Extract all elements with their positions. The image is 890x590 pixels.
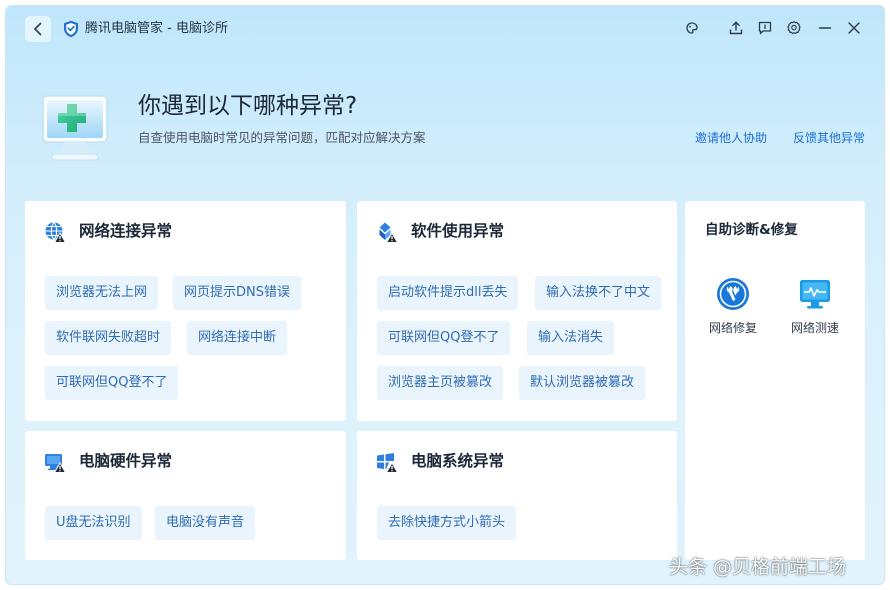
issue-chip[interactable]: 浏览器主页被篡改: [377, 366, 504, 400]
title-bar: 腾讯电脑管家 - 电脑诊所: [6, 6, 884, 50]
issue-chip[interactable]: 可联网但QQ登不了: [377, 321, 511, 355]
back-button[interactable]: [25, 16, 51, 42]
network-issues-card: 网络连接异常 浏览器无法上网 网页提示DNS错误 软件联网失败超时 网络连接中断…: [25, 201, 346, 421]
issue-chip[interactable]: 网页提示DNS错误: [173, 276, 301, 310]
settings-button[interactable]: [785, 19, 803, 37]
skin-button[interactable]: [683, 19, 701, 37]
report-other-link[interactable]: 反馈其他异常: [793, 130, 865, 146]
issue-chip[interactable]: 去除快捷方式小箭头: [377, 506, 517, 540]
system-issues-card: 电脑系统异常 去除快捷方式小箭头: [357, 431, 677, 560]
issue-chip[interactable]: 软件联网失败超时: [45, 321, 172, 355]
issue-chip[interactable]: 浏览器无法上网: [45, 276, 159, 310]
watermark-text: 头条 @贝格前端工场: [669, 556, 847, 578]
window-title: 腾讯电脑管家 - 电脑诊所: [85, 21, 228, 36]
issue-chip[interactable]: U盘无法识别: [45, 506, 142, 540]
close-icon: [848, 22, 860, 34]
software-warning-icon: [379, 222, 398, 243]
minimize-button[interactable]: [816, 19, 834, 37]
self-diagnosis-panel: 自助诊断&修复 网络修复 网络测速: [685, 201, 865, 560]
software-issues-card: 软件使用异常 启动软件提示dll丢失 输入法换不了中文 可联网但QQ登不了 输入…: [357, 201, 677, 421]
share-button[interactable]: [727, 19, 745, 37]
network-repair-icon: [717, 278, 749, 310]
close-button[interactable]: [845, 19, 863, 37]
network-speedtest-label: 网络测速: [790, 321, 839, 335]
feedback-icon: [758, 21, 772, 35]
network-card-title: 网络连接异常: [79, 222, 173, 240]
invite-help-link[interactable]: 邀请他人协助: [695, 130, 767, 146]
app-window: 腾讯电脑管家 - 电脑诊所 你遇到以下哪种异常? 自查使用电脑时常见的异常问题，…: [5, 5, 885, 585]
minimize-icon: [818, 27, 832, 29]
network-speedtest-icon: [800, 280, 830, 309]
hardware-card-title: 电脑硬件异常: [79, 452, 173, 470]
shield-logo-icon: [64, 20, 78, 38]
settings-icon: [787, 21, 801, 34]
back-icon: [34, 22, 42, 36]
issue-chip[interactable]: 输入法消失: [527, 321, 615, 355]
globe-warning-icon: [45, 222, 66, 243]
issue-chip[interactable]: 电脑没有声音: [155, 506, 256, 540]
page-subtitle: 自查使用电脑时常见的异常问题，匹配对应解决方案: [138, 130, 426, 145]
issue-chip[interactable]: 输入法换不了中文: [535, 276, 662, 310]
network-repair-label: 网络修复: [708, 321, 757, 335]
issue-chip[interactable]: 默认浏览器被篡改: [519, 366, 646, 400]
hardware-issues-card: 电脑硬件异常 U盘无法识别 电脑没有声音: [25, 431, 346, 560]
software-card-title: 软件使用异常: [411, 222, 505, 240]
hardware-warning-icon: [45, 454, 66, 473]
side-panel-title: 自助诊断&修复: [705, 222, 798, 238]
system-card-title: 电脑系统异常: [411, 452, 505, 470]
issue-chip[interactable]: 可联网但QQ登不了: [45, 366, 179, 400]
page-title: 你遇到以下哪种异常?: [138, 93, 358, 119]
feedback-button[interactable]: [756, 19, 774, 37]
windows-warning-icon: [377, 453, 398, 473]
computer-clinic-icon: [42, 95, 108, 161]
skin-icon: [686, 22, 698, 34]
share-icon: [729, 21, 743, 35]
issue-chip[interactable]: 网络连接中断: [187, 321, 288, 355]
issue-chip[interactable]: 启动软件提示dll丢失: [377, 276, 519, 310]
network-repair-tool[interactable]: 网络修复: [703, 277, 763, 335]
network-speedtest-tool[interactable]: 网络测速: [785, 277, 845, 335]
